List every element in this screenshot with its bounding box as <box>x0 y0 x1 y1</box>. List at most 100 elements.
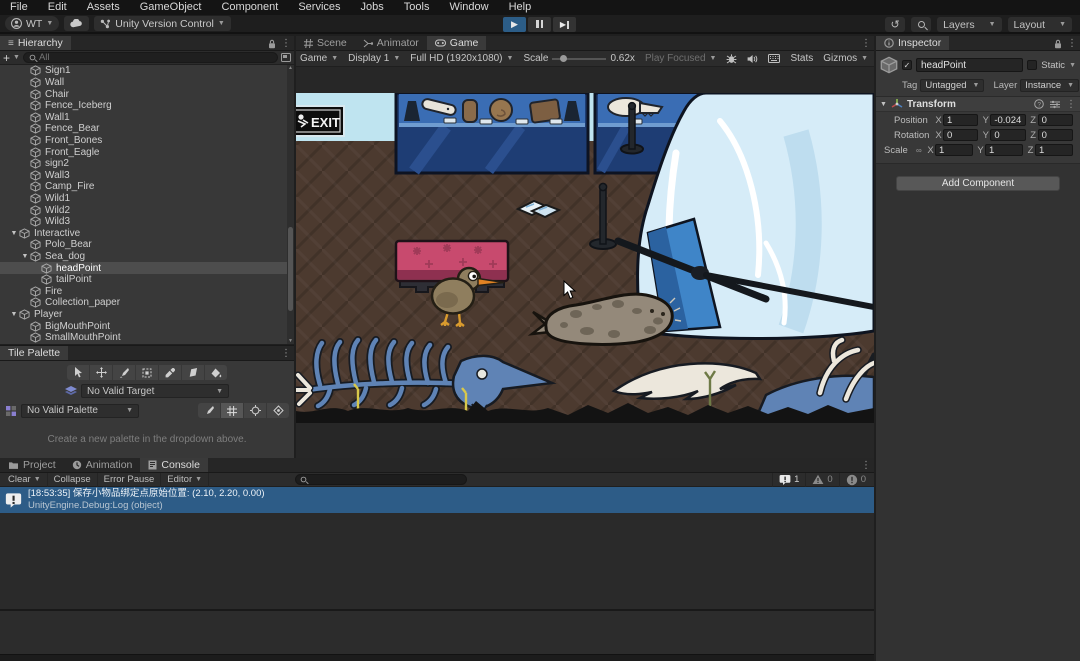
fill-tool-button[interactable] <box>205 365 227 380</box>
static-checkbox[interactable] <box>1027 60 1037 70</box>
gizmos-dropdown[interactable]: Gizmos▼ <box>823 53 868 64</box>
play-button[interactable]: ▶ <box>503 17 526 32</box>
shortcuts-button[interactable] <box>768 54 780 63</box>
hierarchy-item-Sign1[interactable]: Sign1 <box>0 65 294 77</box>
pause-button[interactable] <box>528 17 551 32</box>
chevron-down-icon[interactable]: ▼ <box>13 54 20 61</box>
tab-animation[interactable]: Animation <box>64 458 141 472</box>
hierarchy-item-Camp_Fire[interactable]: Camp_Fire <box>0 181 294 193</box>
gameobject-cube-icon[interactable] <box>880 56 898 74</box>
picker-tool-button[interactable] <box>159 365 181 380</box>
lock-icon[interactable] <box>268 39 276 49</box>
rotation-x-field[interactable]: 0 <box>943 129 978 141</box>
version-control-button[interactable]: Unity Version Control ▼ <box>94 16 231 31</box>
hierarchy-item-BigMouthPoint[interactable]: BigMouthPoint <box>0 320 294 332</box>
position-z-field[interactable]: 0 <box>1038 114 1073 126</box>
object-name-field[interactable]: headPoint <box>916 58 1023 72</box>
hierarchy-item-Collection_paper[interactable]: Collection_paper <box>0 297 294 309</box>
hierarchy-item-Wall1[interactable]: Wall1 <box>0 111 294 123</box>
game-mode-dropdown[interactable]: Game▼ <box>300 53 338 64</box>
panel-menu-icon[interactable]: ⋮ <box>1067 38 1077 49</box>
menu-edit[interactable]: Edit <box>38 0 77 15</box>
error-pause-toggle[interactable]: Error Pause <box>98 473 162 487</box>
position-y-field[interactable]: -0.024 <box>990 114 1025 126</box>
menu-tools[interactable]: Tools <box>394 0 440 15</box>
layers-dropdown[interactable]: Layers ▼ <box>937 17 1001 32</box>
play-focused-dropdown[interactable]: Play Focused▼ <box>645 53 717 64</box>
scale-z-field[interactable]: 1 <box>1035 144 1073 156</box>
component-menu-icon[interactable]: ⋮ <box>1066 99 1076 110</box>
tab-tile-palette[interactable]: Tile Palette <box>0 346 68 360</box>
hierarchy-item-Chair[interactable]: Chair <box>0 88 294 100</box>
chevron-down-icon[interactable]: ▼ <box>1069 62 1076 69</box>
hierarchy-item-Sea_dog[interactable]: ▼Sea_dog <box>0 251 294 263</box>
stats-button[interactable]: Stats <box>790 53 813 64</box>
tab-hierarchy[interactable]: ≡ Hierarchy <box>0 36 71 50</box>
create-object-button[interactable]: + <box>3 51 10 65</box>
menu-assets[interactable]: Assets <box>77 0 130 15</box>
hierarchy-item-Wild2[interactable]: Wild2 <box>0 204 294 216</box>
position-x-field[interactable]: 1 <box>943 114 978 126</box>
hierarchy-item-Wild1[interactable]: Wild1 <box>0 193 294 205</box>
clear-button[interactable]: Clear▼ <box>2 473 48 487</box>
focus-grid-button[interactable] <box>244 403 266 418</box>
hierarchy-item-Fence_Iceberg[interactable]: Fence_Iceberg <box>0 100 294 112</box>
hierarchy-item-headPoint[interactable]: headPoint <box>0 262 294 274</box>
hierarchy-item-SmallMouthPoint[interactable]: SmallMouthPoint <box>0 332 294 344</box>
move-tool-button[interactable] <box>90 365 112 380</box>
rotation-z-field[interactable]: 0 <box>1038 129 1073 141</box>
gizmo-toggle-button[interactable] <box>267 403 289 418</box>
scale-slider-thumb[interactable] <box>560 55 567 62</box>
menu-gameobject[interactable]: GameObject <box>130 0 212 15</box>
scrollbar-thumb[interactable] <box>288 227 293 311</box>
search-options-icon[interactable] <box>281 53 291 62</box>
tab-animator[interactable]: Animator <box>355 36 427 50</box>
warning-filter-button[interactable]: 0 <box>805 473 838 487</box>
tab-inspector[interactable]: Inspector <box>876 36 949 50</box>
panel-menu-icon[interactable]: ⋮ <box>281 38 291 49</box>
game-viewport[interactable]: EXIT <box>296 67 874 458</box>
menu-window[interactable]: Window <box>439 0 498 15</box>
scale-slider[interactable]: Scale 0.62x <box>523 53 634 64</box>
rotation-y-field[interactable]: 0 <box>990 129 1025 141</box>
palette-dropdown[interactable]: No Valid Palette ▼ <box>21 404 139 418</box>
console-search-input[interactable] <box>310 475 462 485</box>
menu-help[interactable]: Help <box>499 0 542 15</box>
panel-menu-icon[interactable]: ⋮ <box>861 38 871 49</box>
hierarchy-item-sign2[interactable]: sign2 <box>0 158 294 170</box>
menu-component[interactable]: Component <box>211 0 288 15</box>
undo-history-button[interactable]: ↺ <box>885 17 905 32</box>
panel-menu-icon[interactable]: ⋮ <box>861 460 871 471</box>
paint-tool-button[interactable] <box>113 365 135 380</box>
console-list[interactable] <box>0 513 874 607</box>
grid-toggle-button[interactable] <box>221 403 243 418</box>
menu-services[interactable]: Services <box>288 0 350 15</box>
display-dropdown[interactable]: Display 1▼ <box>348 53 400 64</box>
tab-project[interactable]: Project <box>0 458 64 472</box>
link-scale-icon[interactable]: ∞ <box>916 146 926 155</box>
scale-x-field[interactable]: 1 <box>935 144 973 156</box>
presets-icon[interactable] <box>1050 100 1060 109</box>
info-filter-button[interactable]: 1 <box>772 473 805 487</box>
scale-slider-track[interactable] <box>552 58 606 60</box>
menu-file[interactable]: File <box>0 0 38 15</box>
select-tool-button[interactable] <box>67 365 89 380</box>
hierarchy-item-Player[interactable]: ▼Player <box>0 309 294 321</box>
hierarchy-item-Fire[interactable]: Fire <box>0 286 294 298</box>
layout-dropdown[interactable]: Layout ▼ <box>1008 17 1072 32</box>
active-target-dropdown[interactable]: No Valid Target ▼ <box>81 384 229 398</box>
mute-audio-button[interactable] <box>747 54 758 64</box>
foldout-icon[interactable]: ▼ <box>9 311 19 318</box>
add-component-button[interactable]: Add Component <box>896 176 1060 191</box>
edit-palette-button[interactable] <box>198 403 220 418</box>
collapse-toggle[interactable]: Collapse <box>48 473 98 487</box>
hierarchy-item-Front_Bones[interactable]: Front_Bones <box>0 135 294 147</box>
hierarchy-scrollbar[interactable]: ▲ ▼ <box>287 65 294 344</box>
search-button[interactable] <box>911 17 931 32</box>
lock-icon[interactable] <box>1054 39 1062 49</box>
foldout-icon[interactable]: ▼ <box>9 230 19 237</box>
foldout-icon[interactable]: ▼ <box>880 101 887 108</box>
hierarchy-item-Wall[interactable]: Wall <box>0 77 294 89</box>
foldout-icon[interactable]: ▼ <box>20 253 30 260</box>
active-checkbox[interactable]: ✓ <box>902 60 912 70</box>
